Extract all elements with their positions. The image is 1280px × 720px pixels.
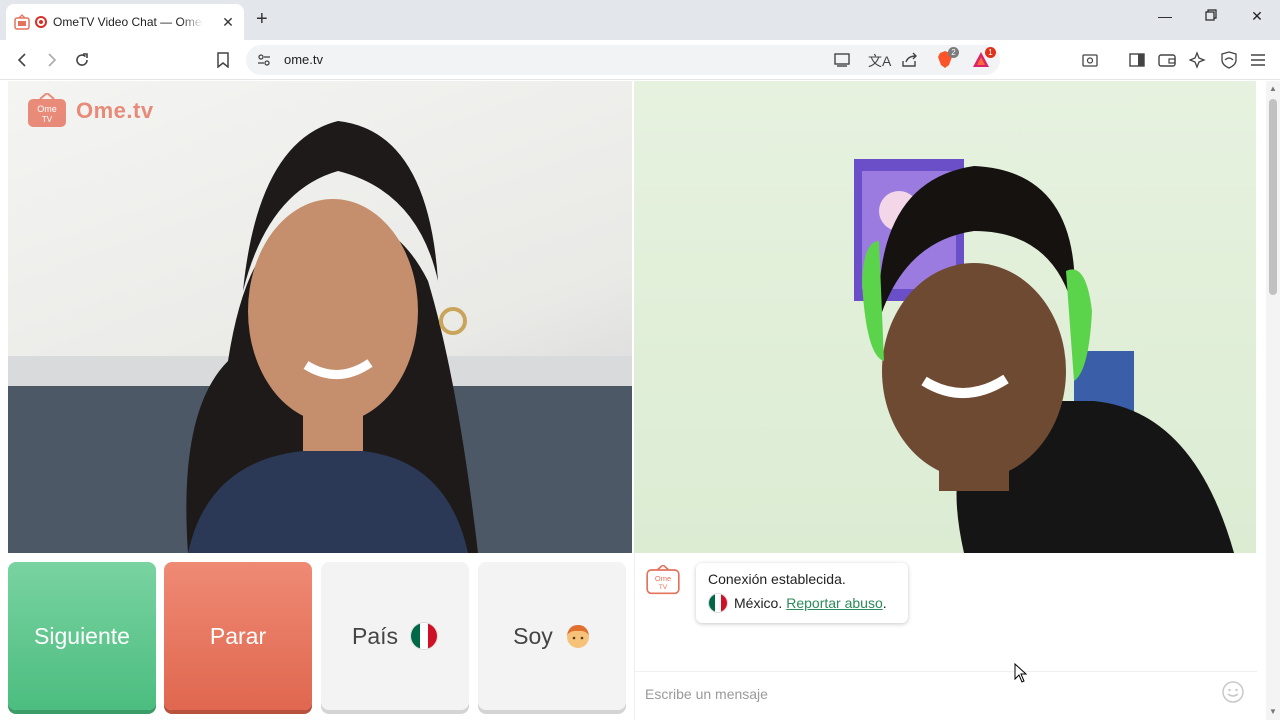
brave-shields-badge: 2 bbox=[948, 47, 959, 58]
new-tab-icon[interactable]: + bbox=[256, 9, 268, 29]
close-window-icon[interactable]: ✕ bbox=[1242, 8, 1272, 25]
stranger-video-frame bbox=[854, 159, 1234, 553]
boy-avatar-icon bbox=[566, 625, 589, 648]
connection-status-text: Conexión establecida. bbox=[708, 571, 846, 587]
country-button-label: País bbox=[351, 622, 399, 649]
tab-ometv[interactable]: OmeTV Video Chat — Omegle ✕ bbox=[6, 4, 244, 40]
brave-rewards-badge: 1 bbox=[985, 47, 996, 58]
leo-ai-icon[interactable] bbox=[1188, 50, 1208, 70]
url-text: ome.tv bbox=[284, 52, 324, 67]
local-video-frame bbox=[8, 121, 632, 553]
stop-button[interactable]: Parar bbox=[164, 562, 312, 710]
scroll-down-icon[interactable]: ▼ bbox=[1268, 707, 1278, 716]
mouse-cursor-icon bbox=[1014, 663, 1028, 683]
ometv-logo-icon: Ome TV bbox=[28, 93, 66, 127]
tab-strip: OmeTV Video Chat — Omegle ✕ + — ✕ bbox=[0, 0, 1280, 40]
brave-rewards-icon[interactable]: 1 bbox=[972, 47, 996, 74]
scroll-thumb[interactable] bbox=[1269, 99, 1277, 295]
stranger-country-text: México. bbox=[734, 595, 783, 611]
menu-icon[interactable] bbox=[1248, 50, 1268, 70]
logo-mark-text: Ome bbox=[37, 104, 57, 114]
emoji-icon[interactable] bbox=[1221, 680, 1245, 704]
stranger-country-flag-icon bbox=[708, 593, 728, 613]
svg-text:TV: TV bbox=[659, 584, 668, 591]
sidebar-icon[interactable] bbox=[1127, 50, 1147, 70]
ometv-chat-logo-icon: Ome TV bbox=[646, 565, 680, 595]
recording-icon bbox=[35, 16, 47, 28]
share-icon[interactable] bbox=[901, 52, 919, 73]
ometv-logo[interactable]: Ome TV Ome.tv bbox=[26, 93, 154, 129]
reload-icon[interactable] bbox=[72, 50, 92, 70]
site-info-icon[interactable] bbox=[256, 52, 272, 73]
cast-icon[interactable] bbox=[833, 52, 851, 73]
local-video: Ome TV Ome.tv bbox=[8, 81, 632, 553]
next-button[interactable]: Siguiente bbox=[8, 562, 156, 710]
address-bar[interactable]: ome.tv 文A 2 1 bbox=[246, 45, 1000, 75]
wallet-icon[interactable] bbox=[1157, 50, 1177, 70]
message-input[interactable] bbox=[645, 682, 1205, 706]
svg-text:Ome: Ome bbox=[655, 574, 671, 583]
bookmark-icon[interactable] bbox=[213, 50, 233, 70]
minimize-icon[interactable]: — bbox=[1150, 8, 1180, 24]
gender-button-label: Soy bbox=[513, 622, 553, 649]
vpn-icon[interactable] bbox=[1219, 50, 1239, 70]
ometv-favicon-icon bbox=[14, 14, 30, 30]
report-abuse-link[interactable]: Reportar abuso bbox=[786, 595, 883, 611]
country-filter-button[interactable]: País bbox=[321, 562, 469, 710]
restore-icon[interactable] bbox=[1196, 8, 1226, 24]
brave-shields-icon[interactable]: 2 bbox=[937, 47, 959, 74]
tab-close-icon[interactable]: ✕ bbox=[220, 14, 236, 31]
stranger-video bbox=[634, 81, 1256, 553]
scroll-up-icon[interactable]: ▲ bbox=[1268, 84, 1278, 93]
translate-icon[interactable]: 文A bbox=[868, 51, 891, 71]
gender-filter-button[interactable]: Soy bbox=[478, 562, 626, 710]
chat-panel: Ome TV Conexión establecida. México. Rep… bbox=[634, 553, 1257, 720]
page-scrollbar[interactable]: ▲ ▼ bbox=[1266, 81, 1280, 720]
message-row bbox=[635, 671, 1257, 713]
svg-text:TV: TV bbox=[42, 115, 53, 124]
mexico-flag-icon bbox=[410, 622, 439, 650]
back-icon[interactable] bbox=[12, 50, 32, 70]
logo-text: Ome.tv bbox=[76, 98, 154, 123]
stop-button-label: Parar bbox=[209, 622, 267, 649]
tab-title: OmeTV Video Chat — Omegle bbox=[53, 15, 203, 29]
next-button-label: Siguiente bbox=[34, 622, 130, 649]
forward-icon[interactable] bbox=[42, 50, 62, 70]
browser-toolbar: ome.tv 文A 2 1 bbox=[0, 40, 1280, 80]
system-message-bubble: Conexión establecida. México. Reportar a… bbox=[696, 563, 908, 623]
search-tabs-icon[interactable] bbox=[1080, 50, 1100, 70]
ometv-page: Ome TV Ome.tv Siguiente Parar País Soy O… bbox=[0, 81, 1266, 720]
report-suffix: . bbox=[882, 595, 887, 611]
